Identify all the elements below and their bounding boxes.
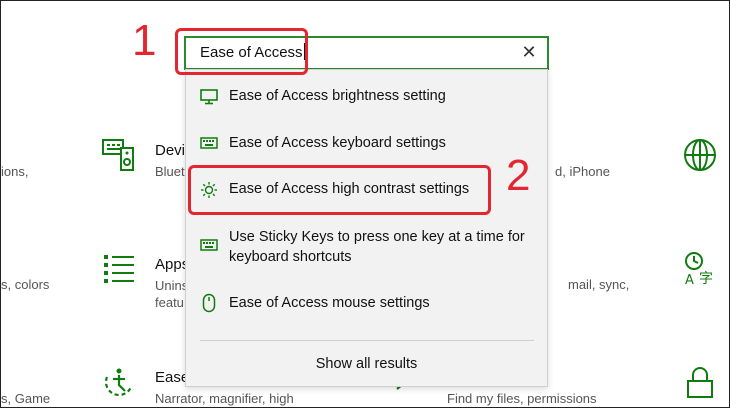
result-brightness[interactable]: Ease of Access brightness setting (186, 86, 547, 110)
monitor-icon (200, 89, 218, 109)
result-label: Ease of Access brightness setting (229, 88, 446, 104)
apps-subtitle-2: featu (155, 295, 184, 310)
time-language-icon[interactable]: A 字 (683, 251, 719, 292)
keyboard-icon (200, 137, 218, 153)
search-results-dropdown: Ease of Access brightness setting Ease o… (185, 69, 548, 387)
annotation-number-1: 1 (132, 16, 157, 65)
annotation-number-2: 2 (506, 151, 531, 200)
result-label-line-1: Use Sticky Keys to press one key at a ti… (229, 229, 525, 245)
bg-left-text-1: ions, (1, 164, 29, 179)
annotation-box-2 (188, 165, 491, 215)
result-label: Ease of Access keyboard settings (229, 135, 446, 151)
result-mouse[interactable]: Ease of Access mouse settings (186, 293, 547, 317)
svg-text:字: 字 (699, 271, 713, 287)
ease-subtitle: Narrator, magnifier, high (155, 391, 294, 406)
keyboard-icon (200, 239, 218, 255)
lock-icon[interactable] (685, 365, 715, 404)
search-subtitle: Find my files, permissions (447, 391, 597, 406)
show-all-results-button[interactable]: Show all results (186, 356, 547, 372)
phone-subtitle: d, iPhone (555, 164, 610, 179)
divider (200, 340, 534, 341)
globe-icon[interactable] (683, 138, 717, 177)
result-sticky-keys[interactable]: Use Sticky Keys to press one key at a ti… (186, 227, 547, 271)
apps-icon[interactable] (102, 252, 136, 289)
ease-of-access-icon[interactable] (101, 365, 137, 404)
devices-icon[interactable] (101, 138, 137, 177)
result-keyboard[interactable]: Ease of Access keyboard settings (186, 133, 547, 157)
close-icon[interactable]: ✕ (519, 41, 539, 63)
bg-left-text-3: s, Game (1, 391, 51, 406)
settings-window: ions, s, colors s, Game Devic Blueto App… (0, 0, 730, 408)
result-label-line-2: keyboard shortcuts (229, 249, 352, 265)
annotation-box-1 (175, 28, 308, 75)
svg-text:A: A (685, 273, 694, 287)
result-label: Ease of Access mouse settings (229, 295, 430, 311)
mouse-icon (202, 293, 216, 317)
accounts-subtitle: mail, sync, (568, 277, 630, 292)
bg-left-text-2: s, colors (1, 277, 50, 292)
